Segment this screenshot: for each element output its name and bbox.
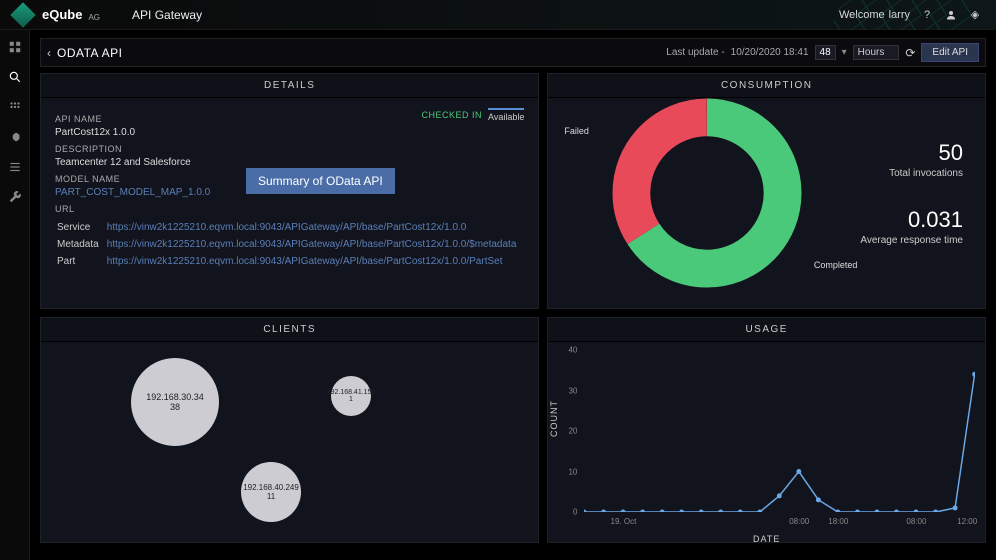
avg-response-label: Average response time (860, 235, 963, 246)
list-icon[interactable] (8, 160, 22, 174)
total-invocations-value: 50 (860, 140, 963, 166)
grid-icon[interactable] (8, 100, 22, 114)
y-axis-label: COUNT (549, 400, 559, 437)
client-bubble[interactable]: 192.168.30.34 38 (131, 358, 219, 446)
usage-line-chart[interactable]: COUNT DATE 0 10 20 30 40 19. (548, 342, 985, 542)
total-invocations-label: Total invocations (860, 168, 963, 179)
brand-logo[interactable]: eQube AG (14, 6, 100, 24)
back-chevron-icon[interactable]: ‹ (47, 46, 51, 60)
url-metadata-link[interactable]: https://vinw2k1225210.eqvm.local:9043/AP… (107, 237, 523, 252)
client-bubble[interactable]: 192.168.40.249 11 (241, 462, 301, 522)
details-panel: DETAILS CHECKED IN Available API NAME Pa… (40, 73, 539, 309)
last-update-prefix: Last update - (666, 47, 724, 58)
sidebar (0, 30, 30, 560)
avg-response-value: 0.031 (860, 207, 963, 233)
app-title: API Gateway (132, 8, 202, 22)
details-title: DETAILS (41, 74, 538, 98)
refresh-icon[interactable]: ⟳ (905, 46, 915, 60)
url-part-link[interactable]: https://vinw2k1225210.eqvm.local:9043/AP… (107, 254, 523, 269)
url-service-link[interactable]: https://vinw2k1225210.eqvm.local:9043/AP… (107, 220, 523, 235)
consumption-panel: CONSUMPTION Failed Completed 50 Total in… (547, 73, 986, 309)
usage-panel: USAGE COUNT DATE 0 10 20 30 40 (547, 317, 986, 543)
available-tab[interactable]: Available (488, 108, 524, 122)
clients-bubble-chart[interactable]: 192.168.30.34 38 192.168.41.159 1 192.16… (41, 342, 538, 542)
last-update-date: 10/20/2020 18:41 (731, 47, 809, 58)
time-unit-select[interactable]: Hours (853, 45, 900, 60)
gear-icon[interactable] (8, 130, 22, 144)
consumption-donut-chart[interactable]: Failed Completed (602, 88, 812, 298)
summary-tooltip: Summary of OData API (246, 168, 395, 194)
page-title: ODATA API (57, 46, 122, 60)
url-label: URL (55, 204, 524, 214)
page-header: ‹ ODATA API Last update - 10/20/2020 18:… (40, 38, 986, 67)
description-value: Teamcenter 12 and Salesforce (55, 157, 524, 168)
url-part-label: Part (57, 254, 105, 269)
last-update-value[interactable]: 48 (815, 45, 836, 60)
clients-title: CLIENTS (41, 318, 538, 342)
clients-panel: CLIENTS 192.168.30.34 38 192.168.41.159 … (40, 317, 539, 543)
description-label: DESCRIPTION (55, 144, 524, 154)
edit-api-button[interactable]: Edit API (921, 43, 979, 62)
dashboard-icon[interactable] (8, 40, 22, 54)
search-icon[interactable] (8, 70, 22, 84)
url-service-label: Service (57, 220, 105, 235)
brand-name: eQube (42, 7, 82, 22)
logo-icon (10, 2, 35, 27)
api-name-value: PartCost12x 1.0.0 (55, 127, 524, 138)
client-bubble[interactable]: 192.168.41.159 1 (331, 376, 371, 416)
url-metadata-label: Metadata (57, 237, 105, 252)
brand-sub: AG (88, 13, 100, 22)
checked-in-badge: CHECKED IN (422, 110, 483, 120)
completed-label: Completed (814, 260, 858, 270)
usage-title: USAGE (548, 318, 985, 342)
failed-label: Failed (564, 126, 589, 136)
wrench-icon[interactable] (8, 190, 22, 204)
x-axis-label: DATE (753, 534, 780, 544)
